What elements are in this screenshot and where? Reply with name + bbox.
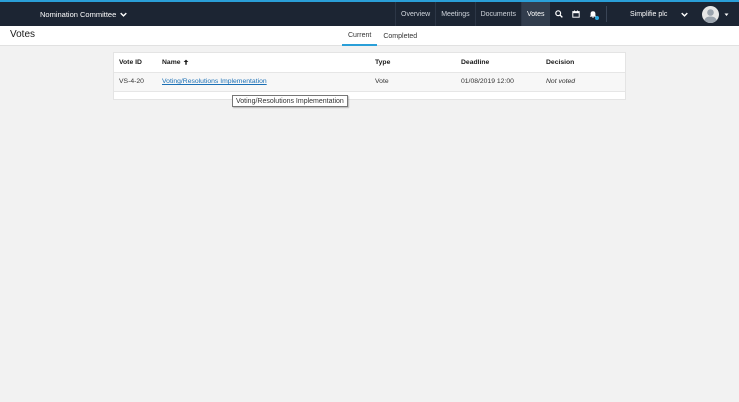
header-icons	[550, 2, 601, 26]
page-title: Votes	[10, 29, 36, 40]
committee-name: Nomination Committee	[40, 9, 117, 19]
search-button[interactable]	[550, 2, 567, 26]
notifications-button[interactable]	[584, 2, 601, 26]
votes-table-panel: Vote ID Name Type Deadline Decision VS-4…	[113, 52, 626, 100]
vote-name-cell: Voting/Resolutions Implementation	[157, 72, 370, 92]
header-divider	[606, 6, 607, 22]
link-tooltip: Voting/Resolutions Implementation	[232, 95, 348, 107]
user-menu-caret[interactable]	[724, 2, 729, 26]
vote-name-link[interactable]: Voting/Resolutions Implementation	[162, 78, 267, 85]
page-header: Votes Current Completed	[0, 26, 739, 46]
column-header-name[interactable]: Name	[157, 53, 370, 73]
chevron-down-icon	[120, 12, 128, 17]
organisation-dropdown[interactable]	[681, 2, 688, 26]
column-header-vote-id[interactable]: Vote ID	[114, 53, 157, 73]
tab-current[interactable]: Current	[342, 26, 378, 46]
votes-table: Vote ID Name Type Deadline Decision VS-4…	[114, 53, 625, 92]
vote-type-cell: Vote	[370, 72, 456, 92]
column-header-deadline[interactable]: Deadline	[456, 53, 541, 73]
vote-deadline-cell: 01/08/2019 12:00	[456, 72, 541, 92]
vote-id-cell: VS-4-20	[114, 72, 157, 92]
caret-down-icon	[724, 13, 729, 16]
search-icon	[554, 10, 563, 18]
main-nav: Overview Meetings Documents Votes	[395, 2, 550, 26]
vote-decision-cell: Not voted	[541, 72, 625, 92]
nav-meetings[interactable]: Meetings	[435, 2, 474, 26]
nav-votes[interactable]: Votes	[521, 2, 550, 26]
nav-documents[interactable]: Documents	[474, 2, 521, 26]
table-header-row: Vote ID Name Type Deadline Decision	[114, 53, 625, 73]
calendar-icon	[571, 10, 580, 18]
table-row[interactable]: VS-4-20 Voting/Resolutions Implementatio…	[114, 72, 625, 92]
column-header-name-label: Name	[162, 58, 181, 66]
tab-completed[interactable]: Completed	[377, 26, 423, 46]
arrow-up-icon	[183, 59, 188, 65]
committee-selector[interactable]: Nomination Committee	[40, 2, 128, 26]
organisation-name[interactable]: Simplifie plc	[630, 2, 667, 26]
column-header-type[interactable]: Type	[370, 53, 456, 73]
vote-tabs: Current Completed	[342, 26, 423, 46]
chevron-down-icon	[681, 12, 688, 17]
calendar-button[interactable]	[567, 2, 584, 26]
user-icon	[704, 9, 717, 23]
top-navigation-bar: Nomination Committee Overview Meetings D…	[0, 0, 739, 26]
nav-overview[interactable]: Overview	[395, 2, 435, 26]
notification-badge	[595, 16, 599, 20]
avatar[interactable]	[702, 6, 719, 23]
column-header-decision[interactable]: Decision	[541, 53, 625, 73]
